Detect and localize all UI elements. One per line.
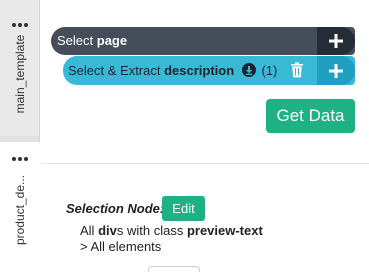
tab-label: main_template — [12, 34, 27, 114]
command-target: description — [164, 63, 235, 78]
desc-text: s with class — [116, 223, 187, 238]
add-command-button[interactable] — [317, 56, 355, 85]
edit-button[interactable]: Edit — [162, 196, 205, 221]
select-page-command[interactable]: Select page — [51, 27, 355, 55]
selection-description: All divs with class preview-text — [80, 222, 263, 239]
selection-node-label: Selection Node: — [66, 201, 165, 216]
parsehub-panel: main_template product_de... Select page … — [0, 0, 369, 272]
tab-label: product_de... — [13, 174, 27, 246]
section-divider — [41, 163, 369, 164]
get-data-button[interactable]: Get Data — [266, 99, 355, 133]
desc-tag: div — [98, 223, 117, 238]
tab-product-details[interactable]: product_de... — [0, 142, 40, 272]
result-count: (1) — [261, 63, 278, 78]
download-circle-icon — [241, 63, 256, 77]
plus-icon — [329, 34, 343, 48]
selection-scope: > All elements — [80, 239, 162, 254]
options-dropdown[interactable] — [148, 266, 200, 272]
add-command-button[interactable] — [317, 27, 355, 55]
template-tab-strip: main_template product_de... — [0, 0, 41, 272]
command-prefix: Select — [57, 33, 94, 48]
extract-description-command[interactable]: Select & Extract description (1) — [63, 56, 355, 85]
desc-class: preview-text — [186, 223, 263, 238]
plus-icon — [329, 63, 343, 78]
more-dots-icon[interactable] — [12, 156, 28, 162]
command-target: page — [96, 33, 128, 48]
command-prefix: Select & Extract — [68, 63, 161, 78]
desc-text: All — [80, 223, 99, 238]
trash-icon[interactable] — [290, 62, 304, 78]
more-dots-icon[interactable] — [12, 22, 28, 28]
tab-main-template[interactable]: main_template — [0, 0, 40, 136]
